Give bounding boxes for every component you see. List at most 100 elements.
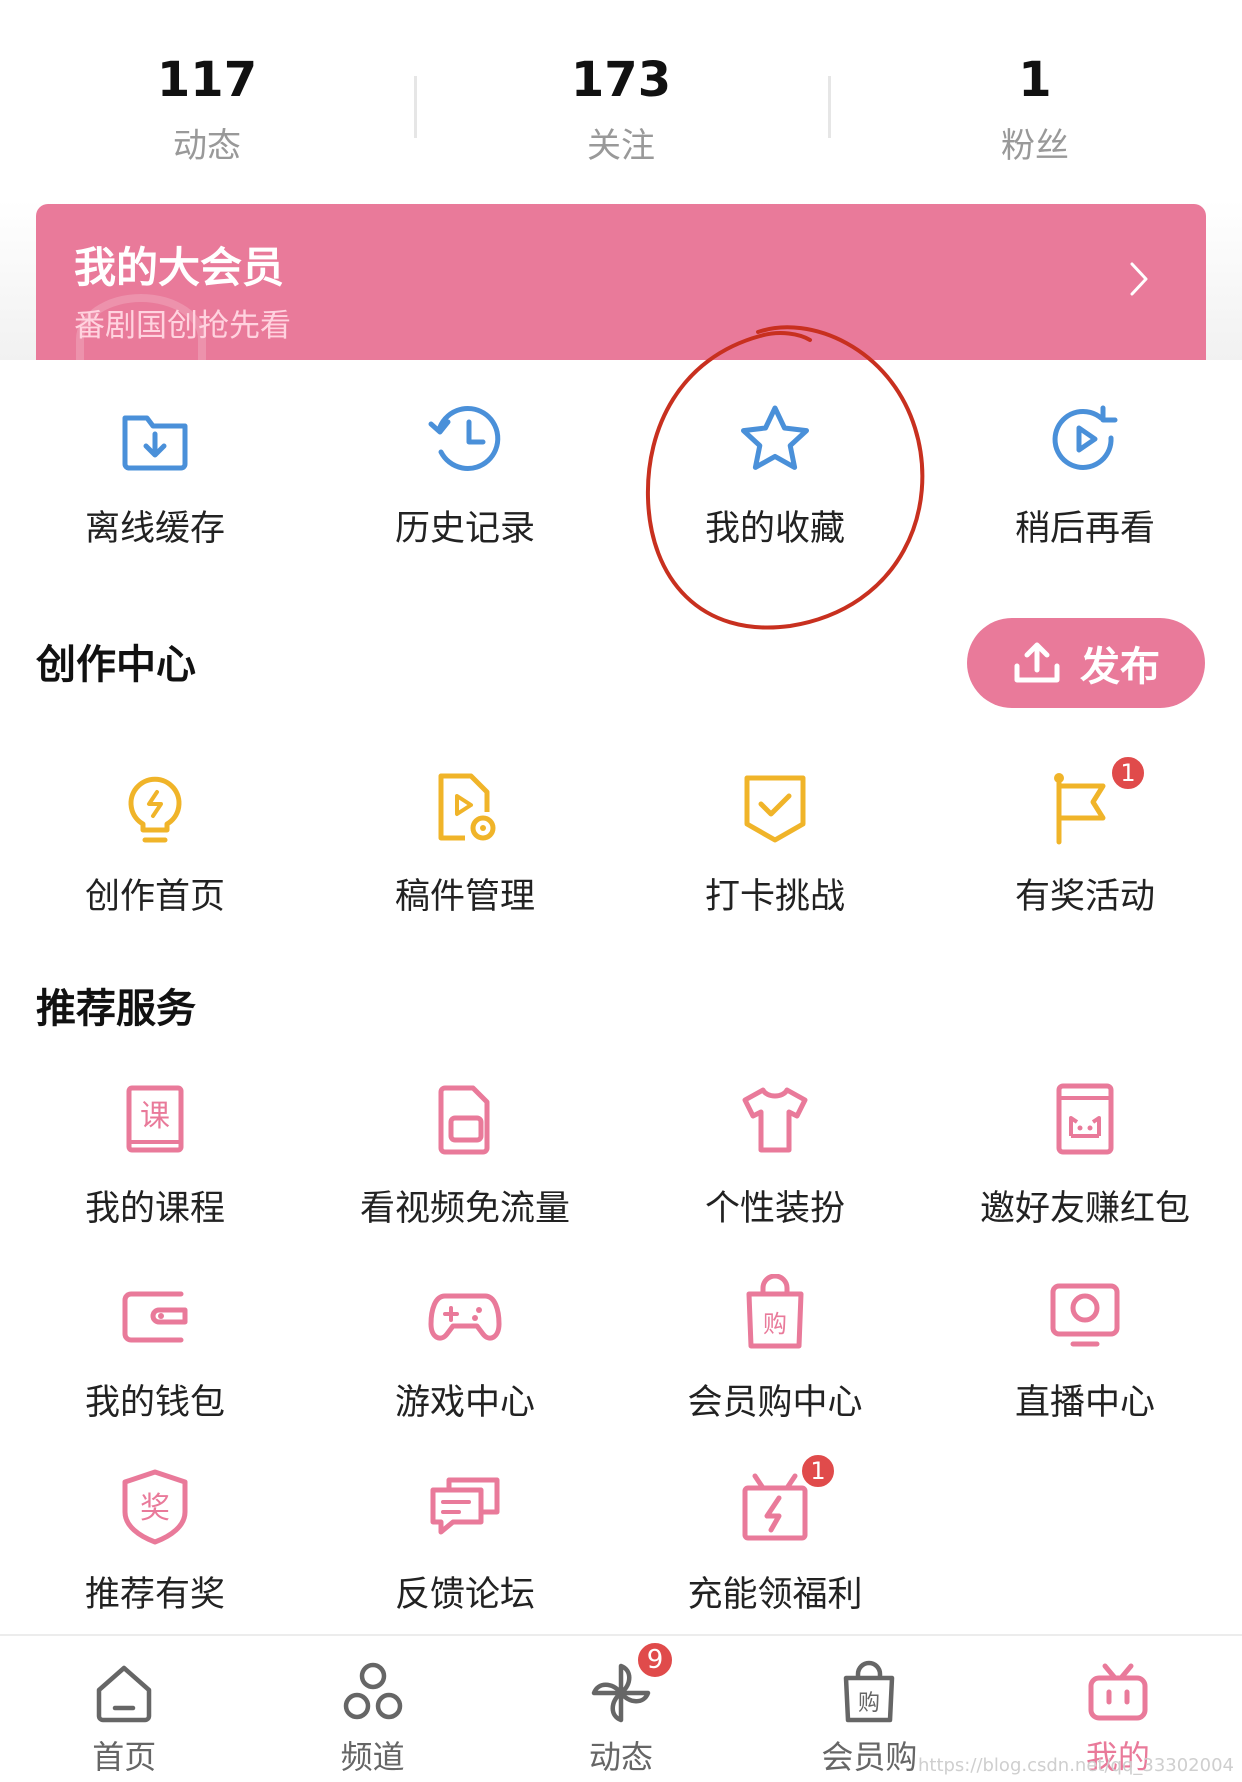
upload-icon <box>1014 642 1060 683</box>
quick-history[interactable]: 历史记录 <box>310 400 620 551</box>
stat-label: 关注 <box>587 126 655 166</box>
gamepad-icon <box>425 1274 505 1354</box>
notification-badge: 1 <box>1109 754 1147 792</box>
svg-text:购: 购 <box>858 1691 880 1716</box>
service-free-data[interactable]: 看视频免流量 <box>310 1080 620 1231</box>
stats-row: 117 动态 173 关注 1 粉丝 <box>0 0 1242 200</box>
stat-label: 动态 <box>173 126 241 166</box>
tv-mascot-icon <box>1088 1663 1148 1721</box>
creation-manuscripts[interactable]: 稿件管理 <box>310 768 620 919</box>
service-label: 个性装扮 <box>704 1189 845 1229</box>
stat-following[interactable]: 173 关注 <box>414 0 828 200</box>
watch-later-icon <box>1045 400 1125 480</box>
quick-favorites[interactable]: 我的收藏 <box>620 400 930 551</box>
service-label: 直播中心 <box>1014 1383 1155 1423</box>
stat-value: 1 <box>1018 52 1052 108</box>
service-wallet[interactable]: 我的钱包 <box>0 1274 310 1425</box>
service-feedback-forum[interactable]: 反馈论坛 <box>310 1466 620 1617</box>
svg-text:课: 课 <box>140 1099 170 1134</box>
publish-button[interactable]: 发布 <box>967 618 1205 708</box>
stat-label: 粉丝 <box>1001 126 1069 166</box>
tab-dynamics[interactable]: 9 动态 <box>497 1636 745 1782</box>
download-folder-icon <box>115 400 195 480</box>
service-label: 会员购中心 <box>687 1383 863 1423</box>
wallet-icon <box>115 1274 195 1354</box>
services-row-1: 课 我的课程 看视频免流量 个性装扮 邀好友赚红包 <box>0 1080 1242 1231</box>
bottom-tab-bar: 首页 频道 9 动态 购 会员购 我的 https://blog.csdn.ne… <box>0 1634 1242 1782</box>
course-book-icon: 课 <box>115 1080 195 1160</box>
services-title: 推荐服务 <box>36 986 196 1032</box>
profile-page: 117 动态 173 关注 1 粉丝 我的大会员 番剧国创抢先看 离线缓存 历史… <box>0 0 1242 1782</box>
red-envelope-icon <box>1045 1080 1125 1160</box>
stat-value: 117 <box>156 52 258 108</box>
svg-text:奖: 奖 <box>140 1491 170 1526</box>
stat-fans[interactable]: 1 粉丝 <box>828 0 1242 200</box>
service-live[interactable]: 直播中心 <box>930 1274 1240 1425</box>
tab-label: 频道 <box>340 1738 405 1776</box>
quick-label: 稍后再看 <box>1014 509 1155 549</box>
chat-bubbles-icon <box>425 1466 505 1546</box>
tab-home[interactable]: 首页 <box>0 1636 248 1782</box>
quick-actions: 离线缓存 历史记录 我的收藏 稍后再看 <box>0 400 1242 551</box>
creation-label: 创作首页 <box>84 877 225 917</box>
sim-card-icon <box>425 1080 505 1160</box>
svg-text:购: 购 <box>763 1310 787 1338</box>
quick-offline-cache[interactable]: 离线缓存 <box>0 400 310 551</box>
quick-label: 我的收藏 <box>704 509 845 549</box>
tab-channel[interactable]: 频道 <box>248 1636 496 1782</box>
creation-label: 稿件管理 <box>394 877 535 917</box>
service-label: 我的钱包 <box>84 1383 225 1423</box>
quick-label: 历史记录 <box>394 509 535 549</box>
shopping-bag-icon: 购 <box>735 1273 815 1354</box>
gift-bolt-icon: 1 <box>735 1452 837 1546</box>
creation-title: 创作中心 <box>36 642 196 688</box>
service-label: 推荐有奖 <box>84 1575 225 1615</box>
watermark-text: https://blog.csdn.net/qq_33302004 <box>917 1755 1234 1776</box>
services-row-3: 奖 推荐有奖 反馈论坛 1 充能领福利 <box>0 1452 1242 1617</box>
creation-events[interactable]: 1 有奖活动 <box>930 754 1240 919</box>
lightbulb-icon <box>115 768 195 848</box>
channel-icon <box>343 1662 402 1720</box>
checkin-shield-icon <box>735 768 815 848</box>
creation-home[interactable]: 创作首页 <box>0 768 310 919</box>
service-invite[interactable]: 邀好友赚红包 <box>930 1080 1240 1231</box>
home-icon <box>96 1665 152 1723</box>
quick-watch-later[interactable]: 稍后再看 <box>930 400 1240 551</box>
manuscript-icon <box>425 768 505 848</box>
service-games[interactable]: 游戏中心 <box>310 1274 620 1425</box>
service-charge-benefits[interactable]: 1 充能领福利 <box>620 1452 930 1617</box>
shopping-bag-icon: 购 <box>844 1660 895 1723</box>
service-label: 游戏中心 <box>394 1383 535 1423</box>
publish-label: 发布 <box>1080 644 1160 690</box>
creation-grid: 创作首页 稿件管理 打卡挑战 1 有奖活动 <box>0 754 1242 919</box>
tshirt-icon <box>735 1080 815 1160</box>
service-referral-reward[interactable]: 奖 推荐有奖 <box>0 1466 310 1617</box>
service-label: 邀好友赚红包 <box>979 1189 1190 1229</box>
quick-label: 离线缓存 <box>84 509 225 549</box>
stat-dynamics[interactable]: 117 动态 <box>0 0 414 200</box>
service-vip-shop[interactable]: 购 会员购中心 <box>620 1273 930 1425</box>
creation-label: 打卡挑战 <box>704 877 845 917</box>
tab-label: 动态 <box>589 1738 654 1776</box>
divider <box>828 76 831 138</box>
vip-title: 我的大会员 <box>74 243 285 292</box>
tab-label: 首页 <box>92 1738 157 1776</box>
service-label: 充能领福利 <box>687 1575 863 1615</box>
divider <box>414 76 417 138</box>
tab-label: 会员购 <box>821 1738 918 1776</box>
service-courses[interactable]: 课 我的课程 <box>0 1080 310 1231</box>
vip-banner[interactable]: 我的大会员 番剧国创抢先看 <box>36 204 1206 360</box>
chevron-right-icon <box>1130 262 1148 296</box>
star-icon <box>735 400 815 480</box>
creation-label: 有奖活动 <box>1014 877 1155 917</box>
stat-value: 173 <box>570 52 672 108</box>
notification-badge: 9 <box>635 1640 676 1680</box>
history-clock-icon <box>425 400 505 480</box>
notification-badge: 1 <box>799 1452 837 1490</box>
creation-checkin[interactable]: 打卡挑战 <box>620 768 930 919</box>
reward-badge-icon: 奖 <box>115 1466 195 1546</box>
live-tv-icon <box>1045 1274 1125 1354</box>
vip-subtitle: 番剧国创抢先看 <box>74 308 291 344</box>
service-dressup[interactable]: 个性装扮 <box>620 1080 930 1231</box>
flag-icon: 1 <box>1045 754 1147 848</box>
